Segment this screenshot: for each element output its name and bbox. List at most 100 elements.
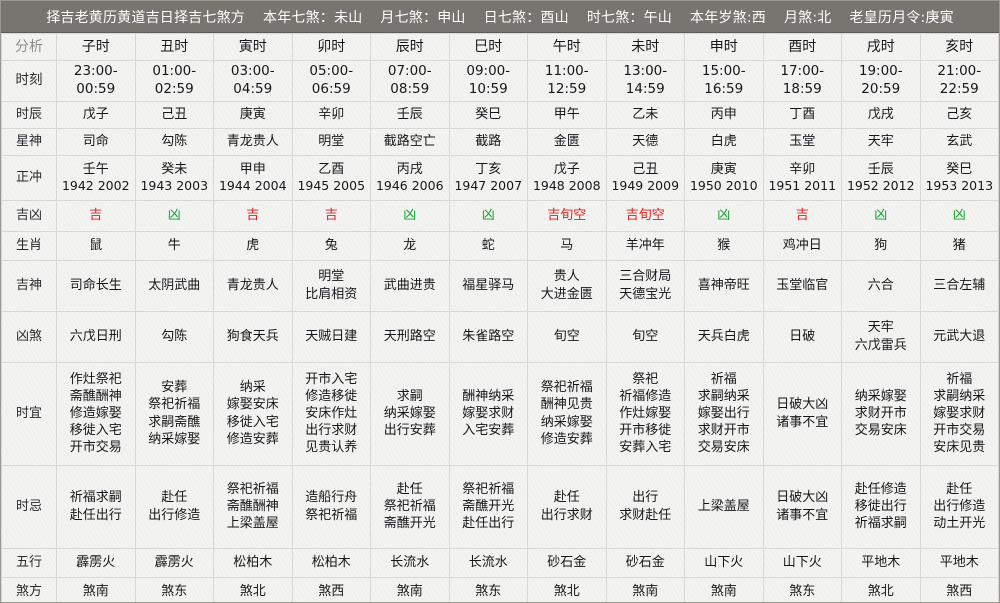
cell-wuxing-9: 山下火 <box>762 547 842 578</box>
cell-shike-1: 01:00-02:59 <box>134 60 214 102</box>
table-row: 时辰 戊子 己丑 庚寅 辛卯 壬辰 癸巳 甲午 乙未 丙申 丁酉 戊戌 己亥 <box>1 100 999 129</box>
cell-xiongsha-2: 狗食天兵 <box>213 310 293 363</box>
cell-shengxiao-10: 狗 <box>841 230 921 261</box>
cell-text: 六戊日刑 <box>69 329 122 345</box>
row-label-shiyi: 时宜 <box>1 361 57 466</box>
cell-shike-10: 19:00-20:59 <box>841 60 921 102</box>
cell-text: 天牢 <box>867 134 894 150</box>
cell-text: 明堂 比肩相资 <box>305 269 358 302</box>
cell-shengxiao-8: 猴 <box>684 230 764 261</box>
cell-text: 03:00-04:59 <box>230 63 275 97</box>
cell-text: 凶 <box>481 208 495 224</box>
cell-shiji-5: 祭祀祈福 斋醮开光 赴任出行 <box>448 464 528 549</box>
cell-xingshen-10: 天牢 <box>841 127 921 156</box>
cell-text: 造船行舟 祭祀祈福 <box>305 490 358 523</box>
cell-text: 狗食天兵 <box>226 329 279 345</box>
column-header-sishi: 巳时 <box>448 33 528 61</box>
cell-text: 纳采嫁娶 求财开市 交易安床 <box>854 388 907 439</box>
cell-shiyi-7: 祭祀 祈福修造 作灶嫁娶 开市移徙 安葬入宅 <box>605 361 685 466</box>
cell-jishen-7: 三合财局 天德宝光 <box>605 259 685 312</box>
cell-jixiong-5: 凶 <box>448 199 528 232</box>
cell-text: 金匮 <box>553 134 580 150</box>
cell-xiongsha-3: 天贼日建 <box>291 310 371 363</box>
cell-text: 凶 <box>167 208 181 224</box>
cell-shike-3: 05:00-06:59 <box>291 60 371 102</box>
cell-xiongsha-7: 旬空 <box>605 310 685 363</box>
table-row: 煞方 煞南 煞东 煞北 煞西 煞南 煞东 煞北 煞南 煞南 煞东 煞北 煞西 <box>1 576 999 602</box>
table-row: 五行 霹雳火 霹雳火 松柏木 松柏木 长流水 长流水 砂石金 砂石金 山下火 山下火 平地木 平地木 <box>1 547 999 578</box>
table-row: 吉神 司命长生 太阴武曲 青龙贵人 明堂 比肩相资 武曲进贵 福星驿马 贵人 大进金匮 三合财局… <box>1 259 999 312</box>
cell-text: 凶 <box>952 208 966 224</box>
cell-zhengchong-11: 癸巳 1953 2013 <box>919 154 999 201</box>
cell-jixiong-1: 凶 <box>134 199 214 232</box>
cell-shiji-8: 上梁盖屋 <box>684 464 764 549</box>
cell-shike-2: 03:00-04:59 <box>213 60 293 102</box>
cell-wuxing-11: 平地木 <box>919 547 999 578</box>
cell-shafang-9: 煞东 <box>762 576 842 602</box>
cell-text: 天刑路空 <box>383 329 436 345</box>
cell-xingshen-8: 白虎 <box>684 127 764 156</box>
cell-years: 1944 2004 <box>218 177 287 193</box>
cell-text: 煞北 <box>553 584 580 600</box>
cell-shafang-3: 煞西 <box>291 576 371 602</box>
cell-text: 癸巳 <box>946 161 973 177</box>
table-row: 时忌 祈福求嗣 赴任出行 赴任 出行修造 祭祀祈福 斋醮酬神 上梁盖屋 造船行舟 祭祀祈… <box>1 464 999 549</box>
cell-text: 赴任 出行修造 <box>148 490 201 523</box>
cell-shafang-10: 煞北 <box>841 576 921 602</box>
cell-text: 天德 <box>632 134 659 150</box>
cell-text: 龙 <box>403 238 417 254</box>
cell-shike-7: 13:00-14:59 <box>605 60 685 102</box>
cell-text: 赴任修造 移徙出行 祈福求嗣 <box>854 481 907 532</box>
table-row: 时宜 作灶祭祀 斋醮酬神 修造嫁娶 移徙入宅 开市交易 安葬 祭祀祈福 求嗣斋醮 纳… <box>1 361 999 466</box>
cell-zhengchong-1: 癸未 1943 2003 <box>134 154 214 201</box>
cell-text: 福星驿马 <box>462 278 515 294</box>
cell-wuxing-7: 砂石金 <box>605 547 685 578</box>
column-header-youshi: 酉时 <box>762 33 842 61</box>
cell-text: 山下火 <box>704 555 744 571</box>
cell-text: 平地木 <box>861 555 901 571</box>
cell-text: 狗 <box>874 238 888 254</box>
cell-shengxiao-6: 马 <box>527 230 607 261</box>
cell-shiyi-6: 祭祀祈福 酬神见贵 纳采嫁娶 修造安葬 <box>527 361 607 466</box>
cell-jishen-6: 贵人 大进金匮 <box>527 259 607 312</box>
cell-xingshen-3: 明堂 <box>291 127 371 156</box>
cell-shiyi-10: 纳采嫁娶 求财开市 交易安床 <box>841 361 921 466</box>
almanac-table-body: 时刻 23:00-00:59 01:00-02:59 03:00-04:59 05:00… <box>1 60 999 602</box>
cell-shiyi-0: 作灶祭祀 斋醮酬神 修造嫁娶 移徙入宅 开市交易 <box>56 361 136 466</box>
cell-zhengchong-9: 辛卯 1951 2011 <box>762 154 842 201</box>
cell-wuxing-6: 砂石金 <box>527 547 607 578</box>
cell-zhengchong-2: 甲申 1944 2004 <box>213 154 293 201</box>
cell-shengxiao-11: 猪 <box>919 230 999 261</box>
cell-years: 1943 2003 <box>140 177 209 193</box>
cell-shichen-5: 癸巳 <box>448 100 528 129</box>
cell-xingshen-7: 天德 <box>605 127 685 156</box>
cell-zhengchong-5: 丁亥 1947 2007 <box>448 154 528 201</box>
cell-xingshen-6: 金匮 <box>527 127 607 156</box>
cell-xiongsha-0: 六戊日刑 <box>56 310 136 363</box>
cell-shiji-0: 祈福求嗣 赴任出行 <box>56 464 136 549</box>
cell-xiongsha-11: 元武大退 <box>919 310 999 363</box>
cell-text: 作灶祭祀 斋醮酬神 修造嫁娶 移徙入宅 开市交易 <box>69 371 122 456</box>
cell-text: 勾陈 <box>161 329 188 345</box>
cell-shafang-1: 煞东 <box>134 576 214 602</box>
cell-text: 吉 <box>324 208 338 224</box>
cell-shichen-1: 己丑 <box>134 100 214 129</box>
cell-xiongsha-9: 日破 <box>762 310 842 363</box>
header-segment-year-suisha: 本年岁煞:西 <box>690 9 766 26</box>
cell-xiongsha-6: 旬空 <box>527 310 607 363</box>
cell-text: 三合财局 天德宝光 <box>619 269 672 302</box>
cell-text: 癸未 <box>161 161 188 177</box>
cell-text: 07:00-08:59 <box>387 63 432 97</box>
cell-shiyi-11: 祈福 求嗣纳采 嫁娶求财 开市交易 安床见贵 <box>919 361 999 466</box>
cell-text: 玄武 <box>946 134 973 150</box>
cell-xingshen-11: 玄武 <box>919 127 999 156</box>
cell-text: 司命 <box>82 134 109 150</box>
cell-text: 甲午 <box>553 107 580 123</box>
cell-text: 凶 <box>403 208 417 224</box>
cell-wuxing-8: 山下火 <box>684 547 764 578</box>
cell-text: 己丑 <box>161 107 188 123</box>
cell-text: 吉 <box>795 208 809 224</box>
cell-shafang-6: 煞北 <box>527 576 607 602</box>
cell-text: 兔 <box>324 238 338 254</box>
column-header-maoshi: 卯时 <box>291 33 371 61</box>
